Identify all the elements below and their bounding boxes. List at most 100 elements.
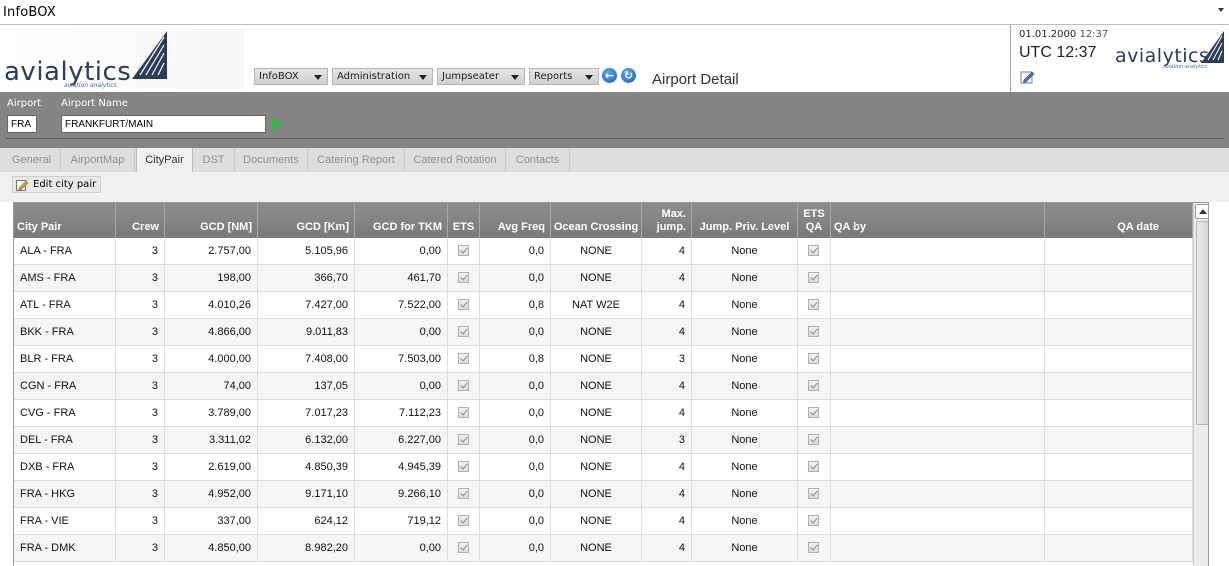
window-menu-chevron-icon[interactable]: [1218, 8, 1224, 12]
tab-airportmap[interactable]: AirportMap: [61, 148, 135, 172]
page-title: Airport Detail: [652, 71, 739, 88]
ets-checkbox[interactable]: [458, 299, 469, 310]
cell-gcd-nm: 2.757,00: [165, 238, 258, 265]
cell-crew: 3: [116, 508, 165, 535]
menu-infobox[interactable]: InfoBOX: [254, 68, 328, 85]
ets-checkbox[interactable]: [458, 407, 469, 418]
ets-checkbox[interactable]: [458, 272, 469, 283]
table-row[interactable]: FRA - HKG 3 4.952,00 9.171,10 9.266,10 0,0 NON…: [14, 481, 1193, 508]
col-header-max-jump[interactable]: Max. jump.: [642, 203, 692, 238]
table-row[interactable]: AMS - FRA 3 198,00 366,70 461,70 0,0 NONE 4 None: [14, 265, 1193, 292]
tab-general[interactable]: General: [3, 148, 61, 172]
cell-ets-qa: [798, 454, 831, 481]
table-row[interactable]: BLR - FRA 3 4.000,00 7.408,00 7.503,00 0,8 NON…: [14, 346, 1193, 373]
ets-qa-checkbox[interactable]: [808, 272, 819, 283]
back-button[interactable]: ←: [602, 68, 617, 83]
airport-code-input[interactable]: [7, 115, 37, 133]
table-row[interactable]: DEL - FRA 3 3.311,02 6.132,00 6.227,00 0,0 NON…: [14, 427, 1193, 454]
cell-ets: [448, 400, 480, 427]
col-header-avg-freq[interactable]: Avg Freq: [480, 203, 551, 238]
ets-qa-checkbox[interactable]: [808, 542, 819, 553]
cell-max-jump: 4: [642, 454, 692, 481]
cell-ocean: NONE: [551, 238, 642, 265]
table-row[interactable]: FRA - VIE 3 337,00 624,12 719,12 0,0 NONE 4 None: [14, 508, 1193, 535]
table-row[interactable]: ATL - FRA 3 4.010,26 7.427,00 7.522,00 0,8 NAT…: [14, 292, 1193, 319]
scroll-thumb[interactable]: [1196, 221, 1208, 425]
cell-pair: ATL - FRA: [14, 292, 116, 319]
col-header-crew[interactable]: Crew: [116, 203, 165, 238]
table-row[interactable]: FRA - DMK 3 4.850,00 8.982,20 0,00 0,0 NONE 4 No…: [14, 535, 1193, 562]
cell-qa-date: [1045, 400, 1193, 427]
table-row[interactable]: DXB - FRA 3 2.619,00 4.850,39 4.945,39 0,0 NON…: [14, 454, 1193, 481]
cell-ets-qa: [798, 238, 831, 265]
cell-gcd-km: 8.982,20: [258, 535, 355, 562]
ets-qa-checkbox[interactable]: [808, 245, 819, 256]
window-title: InfoBOX: [3, 5, 57, 20]
cell-priv: None: [692, 346, 798, 373]
tab-contacts[interactable]: Contacts: [506, 148, 570, 172]
table-row[interactable]: CVG - FRA 3 3.789,00 7.017,23 7.112,23 0,0 NON…: [14, 400, 1193, 427]
go-play-icon[interactable]: [272, 117, 284, 131]
edit-city-pair-button[interactable]: Edit city pair: [12, 176, 102, 193]
cell-pair: DEL - FRA: [14, 427, 116, 454]
tab-catering-report[interactable]: Catering Report: [308, 148, 405, 172]
cell-ets-qa: [798, 292, 831, 319]
ets-qa-checkbox[interactable]: [808, 461, 819, 472]
ets-checkbox[interactable]: [458, 488, 469, 499]
cell-max-jump: 3: [642, 427, 692, 454]
table-row[interactable]: CGN - FRA 3 74,00 137,05 0,00 0,0 NONE 4 None: [14, 373, 1193, 400]
col-header-city-pair[interactable]: City Pair: [14, 203, 116, 238]
col-header-ets[interactable]: ETS: [448, 203, 480, 238]
edit-note-icon[interactable]: [1020, 70, 1035, 84]
menu-jumpseater[interactable]: Jumpseater: [437, 68, 525, 85]
col-header-qa-by[interactable]: QA by: [831, 203, 1045, 238]
col-header-ets-qa[interactable]: ETS QA: [798, 203, 831, 238]
ets-checkbox[interactable]: [458, 245, 469, 256]
refresh-button[interactable]: ↻: [621, 68, 636, 83]
menu-jumpseater-label: Jumpseater: [442, 71, 500, 82]
cell-ocean: NONE: [551, 427, 642, 454]
cell-gcd-km: 4.850,39: [258, 454, 355, 481]
tab-catered-rotation[interactable]: Catered Rotation: [405, 148, 506, 172]
ets-qa-checkbox[interactable]: [808, 380, 819, 391]
col-header-gcd-tkm[interactable]: GCD for TKM: [355, 203, 448, 238]
ets-qa-checkbox[interactable]: [808, 353, 819, 364]
col-header-jump-priv-level[interactable]: Jump. Priv. Level: [692, 203, 798, 238]
ets-qa-checkbox[interactable]: [808, 515, 819, 526]
ets-qa-checkbox[interactable]: [808, 488, 819, 499]
ets-qa-checkbox[interactable]: [808, 299, 819, 310]
ets-checkbox[interactable]: [458, 326, 469, 337]
menu-administration[interactable]: Administration: [332, 68, 433, 85]
ets-checkbox[interactable]: [458, 515, 469, 526]
vertical-scrollbar[interactable]: [1193, 203, 1208, 566]
col-header-gcd-nm[interactable]: GCD [NM]: [165, 203, 258, 238]
ets-checkbox[interactable]: [458, 434, 469, 445]
cell-priv: None: [692, 400, 798, 427]
col-header-qa-date[interactable]: QA date: [1045, 203, 1193, 238]
grid-toolbar: Edit city pair: [0, 172, 1229, 202]
tab-citypair[interactable]: CityPair: [136, 148, 193, 172]
cell-ets: [448, 535, 480, 562]
menu-reports[interactable]: Reports: [529, 68, 599, 85]
ets-qa-checkbox[interactable]: [808, 434, 819, 445]
scroll-up-icon[interactable]: [1195, 204, 1208, 219]
cell-avg-freq: 0,0: [480, 508, 551, 535]
ets-checkbox[interactable]: [458, 353, 469, 364]
ets-qa-checkbox[interactable]: [808, 326, 819, 337]
col-header-ocean-crossing[interactable]: Ocean Crossing: [551, 203, 642, 238]
cell-gcd-nm: 4.866,00: [165, 319, 258, 346]
table-row[interactable]: ALA - FRA 3 2.757,00 5.105,96 0,00 0,0 NONE 4 No…: [14, 238, 1193, 265]
table-row[interactable]: BKK - FRA 3 4.866,00 9.011,83 0,00 0,0 NONE 4 No…: [14, 319, 1193, 346]
ets-checkbox[interactable]: [458, 461, 469, 472]
col-header-gcd-km[interactable]: GCD [Km]: [258, 203, 355, 238]
ets-checkbox[interactable]: [458, 542, 469, 553]
tab-dst[interactable]: DST: [193, 148, 235, 172]
back-arrow-icon: ←: [604, 69, 615, 82]
cell-ets-qa: [798, 373, 831, 400]
airport-name-input[interactable]: [61, 115, 266, 133]
cell-qa-by: [831, 292, 1045, 319]
ets-checkbox[interactable]: [458, 380, 469, 391]
tab-documents[interactable]: Documents: [235, 148, 308, 172]
cell-gcd-tkm: 7.503,00: [355, 346, 448, 373]
ets-qa-checkbox[interactable]: [808, 407, 819, 418]
